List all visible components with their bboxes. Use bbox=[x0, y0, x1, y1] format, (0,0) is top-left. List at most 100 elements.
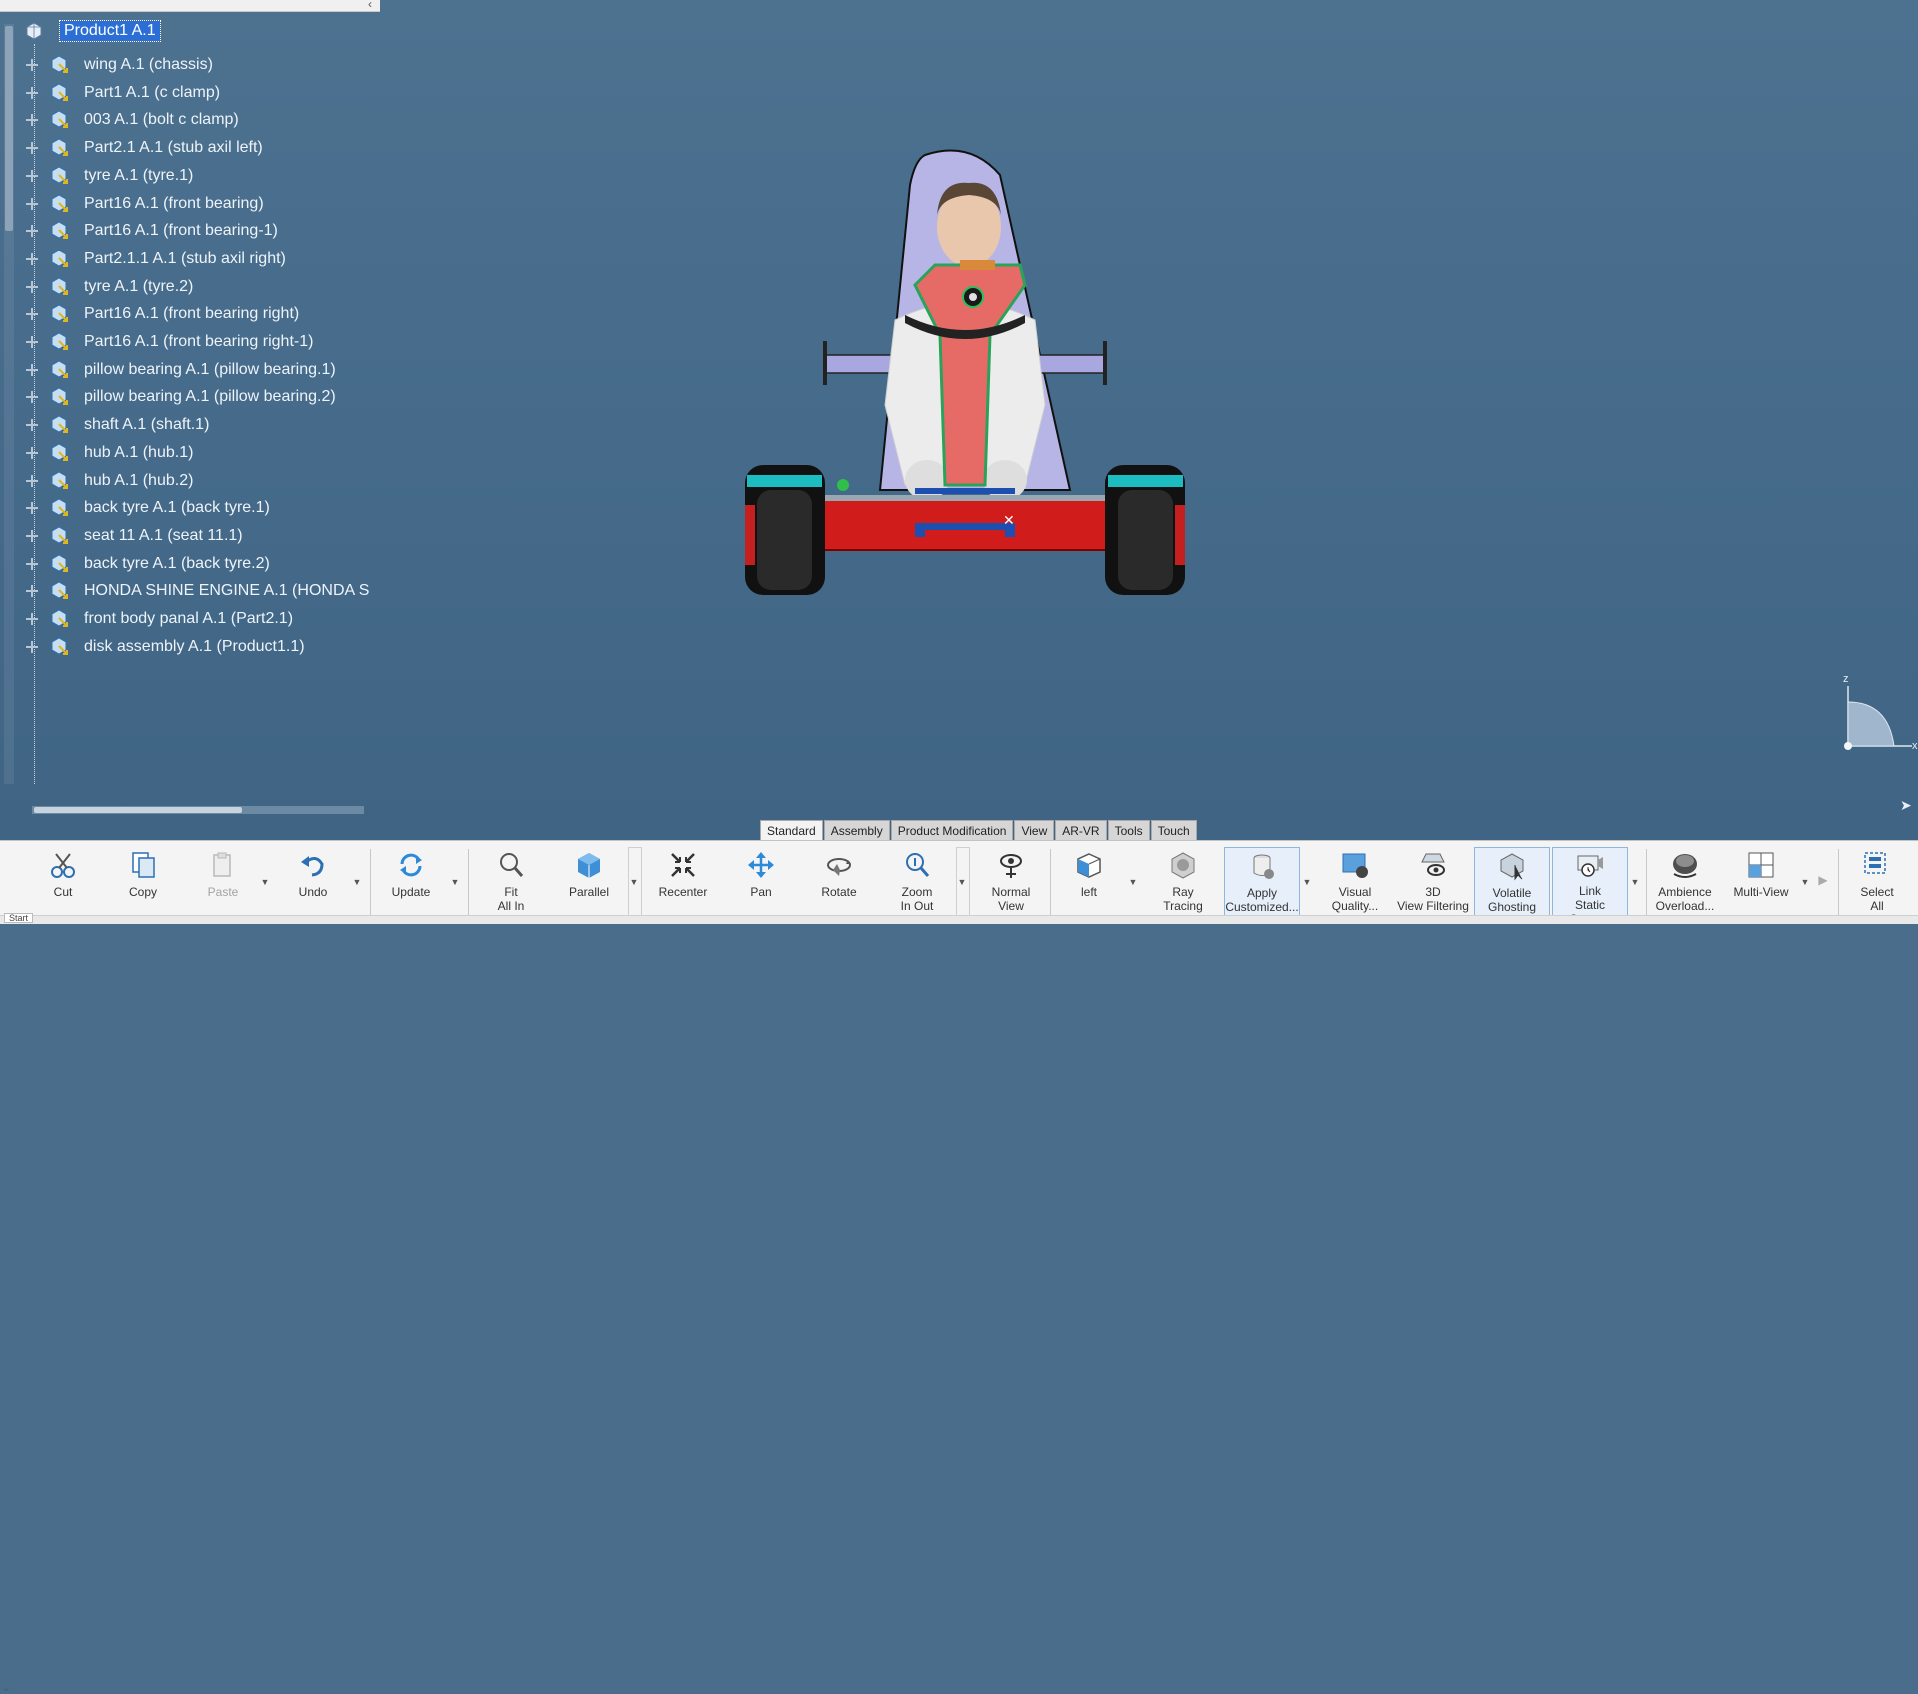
toolbar-more-icon[interactable]: ▶ bbox=[1818, 873, 1828, 887]
fit-all-in-button[interactable]: Fit All In bbox=[474, 847, 548, 919]
tree-item[interactable]: back tyre A.1 (back tyre.1) bbox=[26, 495, 270, 521]
tab-touch[interactable]: Touch bbox=[1150, 820, 1197, 841]
expand-plus-icon[interactable] bbox=[26, 197, 38, 210]
apply-dropdown-icon[interactable]: ▼ bbox=[1302, 877, 1312, 887]
expand-plus-icon[interactable] bbox=[26, 446, 38, 459]
tree-item[interactable]: front body panal A.1 (Part2.1) bbox=[26, 606, 293, 632]
expand-plus-icon[interactable] bbox=[26, 114, 38, 127]
tree-horizontal-scrollbar[interactable] bbox=[32, 806, 364, 814]
expand-plus-icon[interactable] bbox=[26, 474, 38, 487]
expand-plus-icon[interactable] bbox=[26, 308, 38, 321]
expand-plus-icon[interactable] bbox=[26, 280, 38, 293]
ray-tracing-button[interactable]: Ray Tracing bbox=[1146, 847, 1220, 919]
tree-item[interactable]: Part16 A.1 (front bearing right) bbox=[26, 301, 299, 327]
apply-customized-button[interactable]: Apply Customized... bbox=[1224, 847, 1300, 921]
section-tabs[interactable]: Standard Assembly Product Modification View… bbox=[760, 820, 1198, 841]
expand-plus-icon[interactable] bbox=[26, 169, 38, 182]
3d-view-filtering-button[interactable]: 3D View Filtering bbox=[1396, 847, 1470, 919]
expand-plus-icon[interactable] bbox=[26, 252, 38, 265]
undo-button[interactable]: Undo bbox=[276, 847, 350, 919]
expand-plus-icon[interactable] bbox=[26, 557, 38, 570]
tree-item[interactable]: Part1 A.1 (c clamp) bbox=[26, 80, 220, 106]
specification-tree[interactable]: ‹ Product1 A.1 wing A.1 (chassis) Part1 A… bbox=[0, 0, 380, 820]
tree-scrollbar-thumb[interactable] bbox=[5, 26, 13, 231]
left-view-button[interactable]: left bbox=[1052, 847, 1126, 919]
tree-hscrollbar-thumb[interactable] bbox=[34, 807, 242, 813]
select-all-button[interactable]: Select All bbox=[1840, 847, 1914, 919]
tree-item[interactable]: pillow bearing A.1 (pillow bearing.1) bbox=[26, 357, 336, 383]
view-dropdown-icon[interactable]: ▼ bbox=[1128, 877, 1138, 887]
paste-button[interactable]: Paste bbox=[186, 847, 260, 919]
tree-item[interactable]: HONDA SHINE ENGINE A.1 (HONDA S bbox=[26, 578, 369, 604]
rotate-button[interactable]: Rotate bbox=[802, 847, 876, 919]
zoom-in-out-button[interactable]: Zoom In Out bbox=[880, 847, 954, 919]
tree-item[interactable]: hub A.1 (hub.2) bbox=[26, 468, 193, 494]
tab-assembly[interactable]: Assembly bbox=[823, 820, 890, 841]
undo-dropdown-icon[interactable]: ▼ bbox=[352, 877, 362, 887]
paste-dropdown-icon[interactable]: ▼ bbox=[260, 877, 270, 887]
visual-quality-button[interactable]: Visual Quality... bbox=[1318, 847, 1392, 919]
update-button[interactable]: Update bbox=[374, 847, 448, 919]
expand-plus-icon[interactable] bbox=[26, 336, 38, 348]
tree-item[interactable]: seat 11 A.1 (seat 11.1) bbox=[26, 523, 243, 549]
projection-dropdown-icon[interactable]: ▼ bbox=[629, 877, 639, 887]
copy-button[interactable]: Copy bbox=[106, 847, 180, 919]
parallel-button[interactable]: Parallel bbox=[552, 847, 626, 919]
tree-item[interactable]: hub A.1 (hub.1) bbox=[26, 440, 193, 466]
expand-plus-icon[interactable] bbox=[26, 529, 38, 542]
multi-view-button[interactable]: Multi-View bbox=[1724, 847, 1798, 919]
update-dropdown-icon[interactable]: ▼ bbox=[450, 877, 460, 887]
expand-plus-icon[interactable] bbox=[26, 585, 38, 598]
expand-plus-icon[interactable] bbox=[26, 391, 38, 404]
tree-item[interactable]: shaft A.1 (shaft.1) bbox=[26, 412, 209, 438]
tree-item[interactable]: wing A.1 (chassis) bbox=[26, 52, 213, 78]
tree-item[interactable]: 003 A.1 (bolt c clamp) bbox=[26, 107, 239, 133]
tree-item[interactable]: Part16 A.1 (front bearing-1) bbox=[26, 218, 278, 244]
start-button[interactable]: Start bbox=[4, 913, 34, 923]
expand-plus-icon[interactable] bbox=[26, 86, 38, 99]
expand-plus-icon[interactable] bbox=[26, 502, 38, 515]
navigation-arrow-icon[interactable]: ➤ bbox=[1900, 797, 1912, 814]
tab-view[interactable]: View bbox=[1014, 820, 1055, 841]
tab-tools[interactable]: Tools bbox=[1107, 820, 1150, 841]
tree-root[interactable]: Product1 A.1 bbox=[24, 18, 161, 44]
tree-item[interactable]: tyre A.1 (tyre.1) bbox=[26, 163, 193, 189]
camera-dropdown-icon[interactable]: ▼ bbox=[1630, 877, 1640, 887]
tree-item[interactable]: Part16 A.1 (front bearing right-1) bbox=[26, 329, 313, 355]
parallel-label: Parallel bbox=[568, 885, 610, 899]
part-icon bbox=[48, 82, 70, 104]
expand-plus-icon[interactable] bbox=[26, 640, 38, 653]
tree-item[interactable]: Part2.1.1 A.1 (stub axil right) bbox=[26, 246, 286, 272]
tab-ar-vr[interactable]: AR-VR bbox=[1055, 820, 1107, 841]
tree-item[interactable]: Part2.1 A.1 (stub axil left) bbox=[26, 135, 263, 161]
expand-plus-icon[interactable] bbox=[26, 613, 38, 625]
expand-plus-icon[interactable] bbox=[26, 225, 38, 238]
tab-product-modification[interactable]: Product Modification bbox=[890, 820, 1014, 841]
tree-item[interactable]: tyre A.1 (tyre.2) bbox=[26, 274, 193, 300]
tab-standard[interactable]: Standard bbox=[760, 820, 823, 841]
normal-view-button[interactable]: Normal View bbox=[974, 847, 1048, 919]
tree-item[interactable]: pillow bearing A.1 (pillow bearing.2) bbox=[26, 384, 336, 410]
tree-item[interactable]: back tyre A.1 (back tyre.2) bbox=[26, 551, 270, 577]
toolbar-expand-icon[interactable]: ⌄ bbox=[2, 1683, 10, 1694]
expand-plus-icon[interactable] bbox=[26, 59, 38, 71]
cut-button[interactable]: Cut bbox=[26, 847, 100, 919]
pan-button[interactable]: Pan bbox=[724, 847, 798, 919]
tree-vertical-scrollbar[interactable] bbox=[4, 24, 14, 784]
expand-plus-icon[interactable] bbox=[26, 419, 38, 432]
tree-item[interactable]: Part16 A.1 (front bearing) bbox=[26, 191, 264, 217]
tree-root-label[interactable]: Product1 A.1 bbox=[59, 20, 161, 42]
expand-plus-icon[interactable] bbox=[26, 142, 38, 155]
multi-view-dropdown-icon[interactable]: ▼ bbox=[1800, 877, 1810, 887]
zoom-in-out-label: Zoom In Out bbox=[900, 885, 934, 913]
expand-plus-icon[interactable] bbox=[26, 363, 38, 376]
go-kart-model[interactable]: ✕ bbox=[735, 145, 1195, 605]
tree-item[interactable]: disk assembly A.1 (Product1.1) bbox=[26, 634, 305, 660]
zoom-dropdown-icon[interactable]: ▼ bbox=[957, 877, 967, 887]
ambience-overload-button[interactable]: Ambience Overload... bbox=[1648, 847, 1722, 919]
3d-viewport[interactable]: ‹ Product1 A.1 wing A.1 (chassis) Part1 A… bbox=[0, 0, 1918, 841]
recenter-button[interactable]: Recenter bbox=[646, 847, 720, 919]
link-static-camera-button[interactable]: Link Static Came... bbox=[1552, 847, 1628, 926]
volatile-ghosting-button[interactable]: Volatile Ghosting bbox=[1474, 847, 1550, 921]
collapse-tree-icon[interactable]: ‹ bbox=[368, 0, 372, 11]
